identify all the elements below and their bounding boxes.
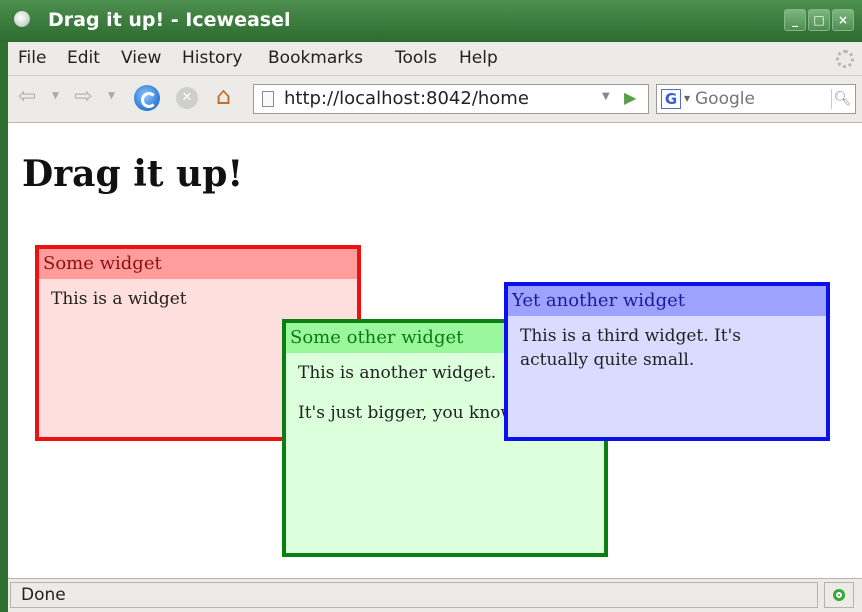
menu-view[interactable]: View	[121, 48, 161, 68]
widget-body: This is a widget	[39, 279, 357, 319]
activity-throbber-icon	[836, 50, 854, 68]
menu-tools[interactable]: Tools	[395, 48, 437, 68]
home-icon[interactable]: ⌂	[216, 82, 231, 110]
forward-arrow-icon[interactable]: ⇨	[74, 84, 92, 109]
status-bar: Done	[8, 578, 862, 612]
maximize-button[interactable]: □	[808, 9, 830, 31]
menu-help[interactable]: Help	[459, 48, 498, 68]
address-bar[interactable]: http://localhost:8042/home ▼ ▶	[253, 84, 649, 114]
widget-text: This is a third widget. It's actually qu…	[520, 326, 741, 370]
menu-bar: File Edit View History Bookmarks Tools H…	[8, 42, 862, 76]
iceweasel-app-icon	[14, 11, 30, 27]
page-icon	[262, 91, 274, 107]
window-frame	[0, 42, 8, 612]
magnifier-icon[interactable]: 🔍︎	[831, 89, 853, 109]
page-heading: Drag it up!	[22, 153, 244, 195]
stop-icon[interactable]: ✕	[176, 87, 198, 109]
widget-title[interactable]: Some widget	[39, 249, 357, 279]
widget-text: This is a widget	[51, 289, 187, 309]
window-titlebar[interactable]: Drag it up! - Iceweasel _ □ ×	[0, 0, 862, 42]
status-ok-icon	[824, 582, 854, 608]
widget-title[interactable]: Yet another widget	[508, 286, 826, 316]
page-content: Drag it up! Some widget This is a widget…	[8, 123, 862, 578]
status-text: Done	[10, 582, 818, 608]
back-history-dropdown-icon[interactable]: ▼	[52, 91, 59, 101]
window-title: Drag it up! - Iceweasel	[48, 9, 291, 31]
menu-edit[interactable]: Edit	[67, 48, 100, 68]
menu-bookmarks[interactable]: Bookmarks	[268, 48, 363, 68]
google-engine-icon[interactable]: G	[661, 89, 681, 109]
search-input[interactable]	[695, 88, 825, 110]
menu-history[interactable]: History	[182, 48, 242, 68]
url-history-dropdown-icon[interactable]: ▼	[602, 91, 610, 102]
navigation-toolbar: ⇦ ▼ ⇨ ▼ ✕ ⌂ http://localhost:8042/home ▼…	[8, 76, 862, 123]
back-arrow-icon[interactable]: ⇦	[18, 84, 36, 109]
url-text[interactable]: http://localhost:8042/home	[284, 88, 529, 109]
engine-dropdown-icon[interactable]: ▼	[684, 94, 690, 103]
forward-history-dropdown-icon[interactable]: ▼	[108, 91, 115, 101]
search-bar: G ▼ 🔍︎	[656, 84, 856, 114]
widget-body: This is a third widget. It's actually qu…	[508, 316, 826, 380]
close-button[interactable]: ×	[832, 9, 854, 31]
widget-yet-another-widget[interactable]: Yet another widget This is a third widge…	[504, 282, 830, 441]
minimize-button[interactable]: _	[784, 9, 806, 31]
reload-icon[interactable]	[134, 85, 160, 111]
menu-file[interactable]: File	[18, 48, 46, 68]
go-arrow-icon[interactable]: ▶	[624, 88, 636, 107]
